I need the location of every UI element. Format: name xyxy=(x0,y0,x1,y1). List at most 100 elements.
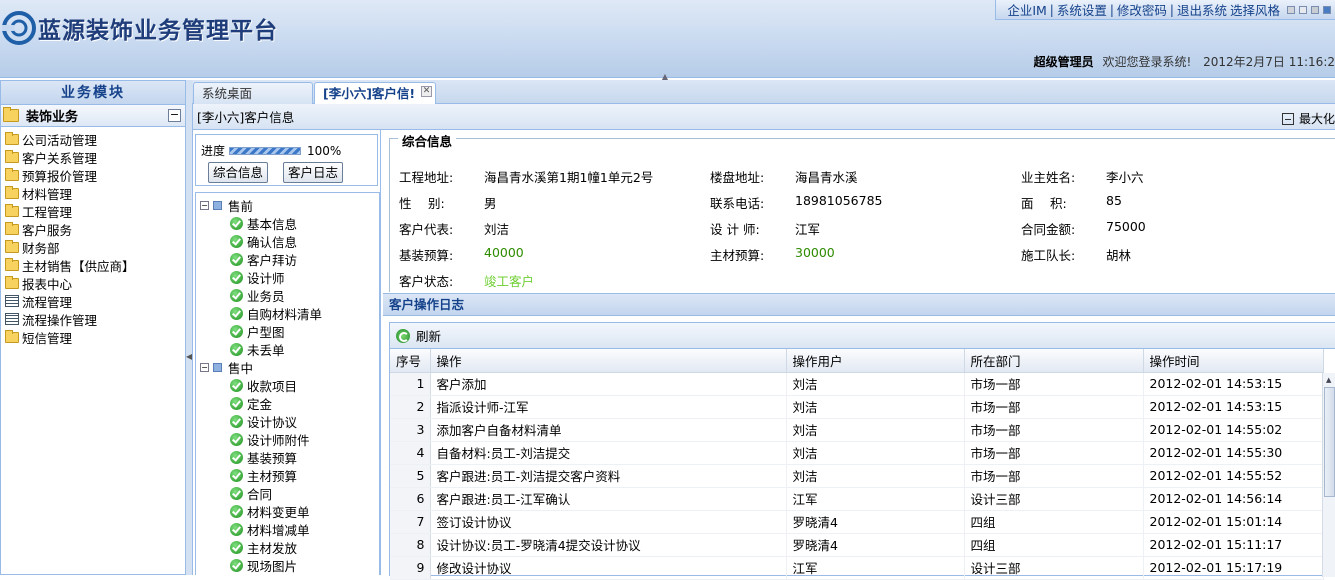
tree-leaf[interactable]: 现场图片 xyxy=(196,556,379,574)
sidebar-item[interactable]: 短信管理 xyxy=(1,328,185,346)
link-logout[interactable]: 退出系统 xyxy=(1174,0,1230,19)
table-cell: 市场一部 xyxy=(964,395,1144,419)
tree-leaf-label: 设计协议 xyxy=(247,414,298,430)
tree-leaf[interactable]: 自购材料清单 xyxy=(196,304,379,322)
check-icon xyxy=(230,252,243,266)
sidebar-item[interactable]: 主材销售【供应商】 xyxy=(1,256,185,274)
log-table: 序号 操作 操作用户 所在部门 操作时间 1 客户添加 刘洁 市场一部 2012-02-01 1… xyxy=(390,349,1324,580)
table-row[interactable]: 4 自备材料:员工-刘洁提交 刘洁 市场一部 2012-02-01 14:55:30 xyxy=(390,441,1324,465)
sidebar-item[interactable]: 客户关系管理 xyxy=(1,148,185,166)
tree-leaf[interactable]: 未丢单 xyxy=(196,340,379,358)
close-icon[interactable]: ✕ xyxy=(421,86,432,97)
table-cell: 四组 xyxy=(964,510,1144,534)
refresh-button[interactable]: 刷新 xyxy=(396,326,441,345)
sidebar-item[interactable]: 流程管理 xyxy=(1,292,185,310)
table-cell: 2 xyxy=(390,395,431,419)
logo-swirl-icon xyxy=(2,11,36,45)
tree-leaf[interactable]: 合同 xyxy=(196,484,379,502)
column-header[interactable]: 操作用户 xyxy=(786,349,965,373)
table-cell: 自备材料:员工-刘洁提交 xyxy=(430,441,787,465)
tree-leaf[interactable]: 基装预算 xyxy=(196,448,379,466)
tree-leaf[interactable]: 确认信息 xyxy=(196,232,379,250)
tree-leaf[interactable]: 设计协议 xyxy=(196,412,379,430)
collapse-icon[interactable]: − xyxy=(200,200,209,210)
info-column: 综合信息 工程地址: 海昌青水溪第1期1幢1单元2号 楼盘地址: 海昌青水溪 业… xyxy=(383,130,1335,580)
sidebar-item[interactable]: 材料管理 xyxy=(1,184,185,202)
list-icon xyxy=(5,313,19,325)
table-cell: 2012-02-01 15:01:14 xyxy=(1143,510,1324,534)
tree-leaf[interactable]: 客户拜访 xyxy=(196,250,379,268)
link-enterprise-im[interactable]: 企业IM xyxy=(1004,0,1049,19)
style-swatch-silver[interactable] xyxy=(1311,5,1319,14)
table-cell: 设计三部 xyxy=(964,487,1144,511)
table-row[interactable]: 2 指派设计师-江军 刘洁 市场一部 2012-02-01 14:53:15 xyxy=(390,395,1324,419)
check-icon xyxy=(230,378,243,392)
column-header[interactable]: 所在部门 xyxy=(964,349,1144,373)
overview-button[interactable]: 综合信息 xyxy=(208,162,269,183)
style-swatch-gray[interactable] xyxy=(1287,5,1295,14)
column-header[interactable]: 序号 xyxy=(390,349,431,373)
tab-customer-info[interactable]: [李小六]客户信! ✕ xyxy=(314,82,436,105)
check-icon xyxy=(230,324,243,338)
sidebar-item[interactable]: 财务部 xyxy=(1,238,185,256)
table-cell: 罗晓清4 xyxy=(786,533,965,557)
sidebar-item-label: 客户关系管理 xyxy=(22,150,98,166)
tree-leaf[interactable]: 主材发放 xyxy=(196,538,379,556)
table-row[interactable]: 9 修改设计协议 江军 设计三部 2012-02-01 15:17:19 xyxy=(390,556,1324,580)
tree-leaf[interactable]: 设计师附件 xyxy=(196,430,379,448)
table-cell: 刘洁 xyxy=(786,372,965,396)
style-swatch-light[interactable] xyxy=(1299,5,1307,14)
sidebar-item[interactable]: 报表中心 xyxy=(1,274,185,292)
table-row[interactable]: 6 客户跟进:员工-江军确认 江军 设计三部 2012-02-01 14:56:14 xyxy=(390,487,1324,511)
style-swatch-blue[interactable] xyxy=(1323,5,1331,14)
folder-icon xyxy=(5,203,19,217)
link-change-password[interactable]: 修改密码 xyxy=(1114,0,1170,19)
table-cell: 签订设计协议 xyxy=(430,510,787,534)
check-icon xyxy=(230,522,243,536)
table-row[interactable]: 1 客户添加 刘洁 市场一部 2012-02-01 14:53:15 xyxy=(390,372,1324,396)
collapse-icon[interactable]: − xyxy=(168,109,181,122)
panel-title: [李小六]客户信息 xyxy=(197,110,295,125)
tree-group[interactable]: − 售前 xyxy=(196,196,379,214)
collapse-icon[interactable]: − xyxy=(200,362,209,372)
table-cell: 四组 xyxy=(964,533,1144,557)
link-choose-style[interactable]: 选择风格 xyxy=(1230,0,1283,19)
table-cell: 3 xyxy=(390,418,431,442)
column-header[interactable]: 操作 xyxy=(430,349,787,373)
table-row[interactable]: 7 签订设计协议 罗晓清4 四组 2012-02-01 15:01:14 xyxy=(390,510,1324,534)
tree-leaf[interactable]: 材料增减单 xyxy=(196,520,379,538)
scrollbar-thumb[interactable] xyxy=(1324,387,1335,497)
table-row[interactable]: 3 添加客户自备材料清单 刘洁 市场一部 2012-02-01 14:55:02 xyxy=(390,418,1324,442)
table-cell: 指派设计师-江军 xyxy=(430,395,787,419)
customer-log-button[interactable]: 客户日志 xyxy=(283,162,344,183)
tree-leaf[interactable]: 材料变更单 xyxy=(196,502,379,520)
tree-leaf[interactable]: 设计师 xyxy=(196,268,379,286)
sidebar-item[interactable]: 客户服务 xyxy=(1,220,185,238)
area-label: 面 积: xyxy=(1021,196,1067,211)
owner-value: 李小六 xyxy=(1106,170,1144,185)
table-row[interactable]: 5 客户跟进:员工-刘洁提交客户资料 刘洁 市场一部 2012-02-01 14:55:… xyxy=(390,464,1324,488)
sidebar-item[interactable]: 工程管理 xyxy=(1,202,185,220)
sidebar-item[interactable]: 流程操作管理 xyxy=(1,310,185,328)
tree-leaf[interactable]: 业务员 xyxy=(196,286,379,304)
overview-legend: 综合信息 xyxy=(398,131,457,150)
tab-desktop[interactable]: 系统桌面 xyxy=(193,82,313,104)
maximize-button[interactable]: 最大化 xyxy=(1281,110,1335,127)
tree-leaf[interactable]: 定金 xyxy=(196,394,379,412)
sidebar-item-label: 客户服务 xyxy=(22,222,73,238)
sidebar-group-header[interactable]: 装饰业务 − xyxy=(1,105,185,127)
sidebar-item[interactable]: 公司活动管理 xyxy=(1,130,185,148)
log-scrollbar[interactable]: ▲ xyxy=(1322,373,1335,577)
link-system-settings[interactable]: 系统设置 xyxy=(1054,0,1110,19)
sidebar-item[interactable]: 预算报价管理 xyxy=(1,166,185,184)
header-collapse-handle[interactable]: ▲ xyxy=(645,72,685,81)
tree-group[interactable]: − 售中 xyxy=(196,358,379,376)
tree-leaf[interactable]: 收款项目 xyxy=(196,376,379,394)
table-row[interactable]: 8 设计协议:员工-罗晓清4提交设计协议 罗晓清4 四组 2012-02-01 15:1… xyxy=(390,533,1324,557)
folder-icon xyxy=(3,107,19,122)
tree-leaf[interactable]: 户型图 xyxy=(196,322,379,340)
column-header[interactable]: 操作时间 xyxy=(1143,349,1324,373)
tree-leaf[interactable]: 主材预算 xyxy=(196,466,379,484)
folder-icon xyxy=(5,239,19,253)
tree-leaf[interactable]: 基本信息 xyxy=(196,214,379,232)
